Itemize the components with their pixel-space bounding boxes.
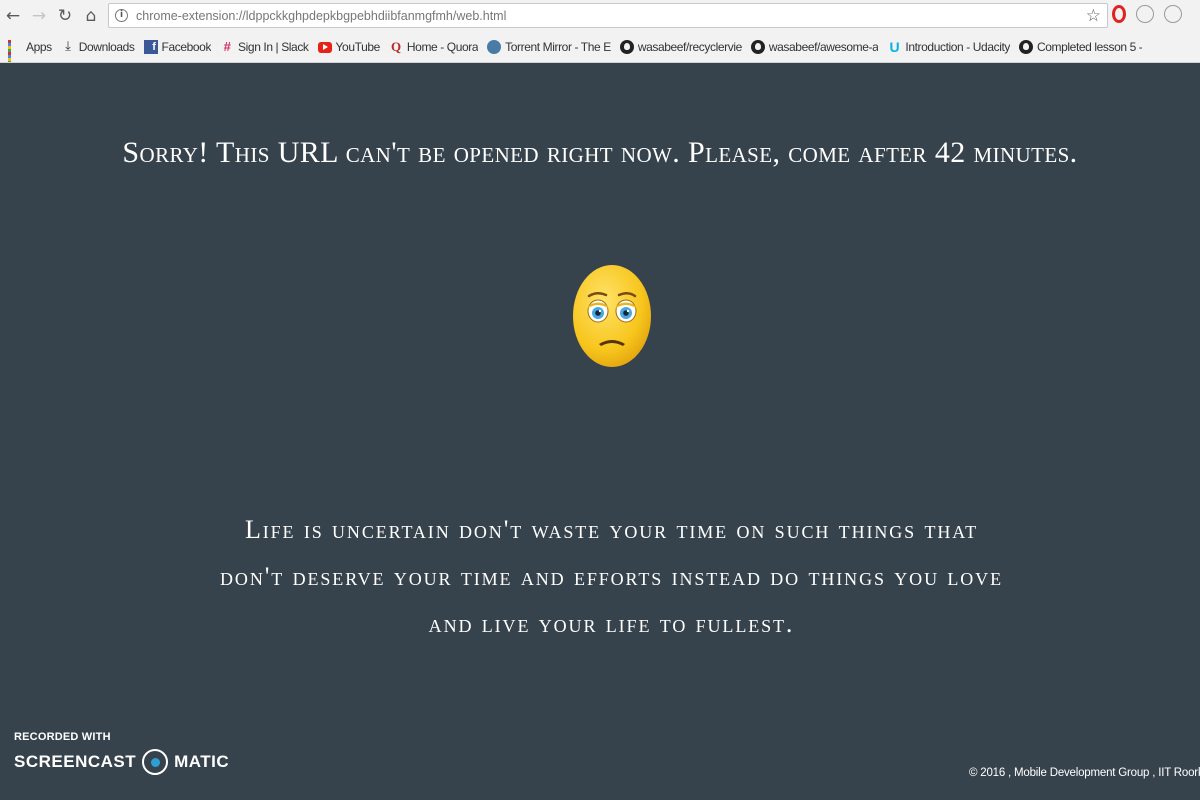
extension-icon[interactable]	[1136, 5, 1154, 23]
screencast-logo-icon	[142, 749, 169, 775]
bookmark-star-icon[interactable]: ☆	[1086, 6, 1101, 26]
bookmark-label: Apps	[26, 40, 52, 54]
home-icon[interactable]: ⌂	[78, 2, 104, 30]
slack-icon: #	[223, 39, 231, 54]
quote-text: Life is uncertain don't waste your time …	[160, 506, 1063, 647]
bookmark-quora[interactable]: Q Home - Quora	[389, 39, 479, 55]
bookmark-label: Facebook	[161, 40, 212, 54]
bookmark-downloads[interactable]: ⤓ Downloads	[61, 39, 135, 55]
bookmark-apps[interactable]: Apps	[8, 40, 52, 62]
quora-icon: Q	[391, 39, 401, 54]
reload-icon[interactable]: ↻	[52, 2, 78, 30]
url-text[interactable]: chrome-extension://ldppckkghpdepkbgpebhd…	[136, 9, 506, 23]
github-icon	[1019, 40, 1033, 54]
quote-line: and live your life to fullest.	[428, 609, 795, 638]
quote-line: Life is uncertain don't waste your time …	[244, 515, 979, 544]
bookmark-torrent-mirror[interactable]: Torrent Mirror - The E	[487, 40, 611, 54]
screencast-watermark: RECORDED WITH SCREENCAST MATIC	[14, 731, 229, 775]
address-bar[interactable]: i chrome-extension://ldppckkghpdepkbgpeb…	[108, 3, 1108, 28]
torrent-icon	[487, 40, 502, 54]
bookmark-completed-lesson[interactable]: Completed lesson 5 -	[1019, 40, 1142, 54]
bookmark-label: Sign In | Slack	[238, 40, 309, 54]
sad-face-icon	[571, 264, 655, 375]
facebook-icon: f	[143, 40, 158, 54]
udacity-icon: U	[889, 39, 900, 55]
bookmark-recyclerview[interactable]: wasabeef/recyclervie	[619, 40, 742, 54]
bookmark-label: Torrent Mirror - The E	[505, 40, 611, 54]
bookmark-label: YouTube	[335, 40, 380, 54]
copyright-footer: © 2016 , Mobile Development Group , IIT …	[969, 767, 1200, 779]
opera-icon[interactable]	[1112, 5, 1126, 23]
bookmark-label: Home - Quora	[406, 40, 479, 54]
watermark-caption: RECORDED WITH	[14, 731, 111, 743]
extension-icons	[1112, 5, 1182, 23]
browser-toolbar: ← → ↻ ⌂ i chrome-extension://ldppckkghpd…	[0, 0, 1200, 32]
back-arrow-icon[interactable]: ←	[0, 2, 26, 30]
youtube-icon	[317, 41, 332, 53]
clock-extension-icon[interactable]	[1164, 5, 1182, 23]
bookmark-label: wasabeef/recyclervie	[637, 40, 742, 54]
bookmark-udacity[interactable]: U Introduction - Udacity	[887, 40, 1010, 54]
bookmark-label: Completed lesson 5 -	[1037, 40, 1143, 54]
download-icon: ⤓	[65, 39, 71, 54]
apps-grid-icon	[8, 40, 22, 62]
forward-arrow-icon[interactable]: →	[26, 2, 52, 30]
bookmark-facebook[interactable]: f Facebook	[143, 40, 212, 54]
github-icon	[750, 40, 765, 54]
bookmark-label: wasabeef/awesome-a	[768, 40, 879, 54]
github-icon	[619, 40, 634, 54]
bookmarks-bar: Apps ⤓ Downloads f Facebook # Sign In | …	[0, 32, 1200, 63]
bookmark-awesome[interactable]: wasabeef/awesome-a	[750, 40, 879, 54]
bookmark-label: Introduction - Udacity	[905, 40, 1010, 54]
bookmark-youtube[interactable]: YouTube	[317, 40, 380, 54]
info-icon[interactable]: i	[115, 9, 128, 22]
bookmark-slack[interactable]: # Sign In | Slack	[220, 39, 309, 55]
watermark-left: SCREENCAST	[14, 752, 137, 771]
bookmark-label: Downloads	[78, 40, 135, 54]
watermark-right: MATIC	[174, 752, 230, 771]
page-headline: Sorry! This URL can't be opened right no…	[122, 136, 1078, 169]
quote-line: don't deserve your time and efforts inst…	[220, 562, 1003, 591]
